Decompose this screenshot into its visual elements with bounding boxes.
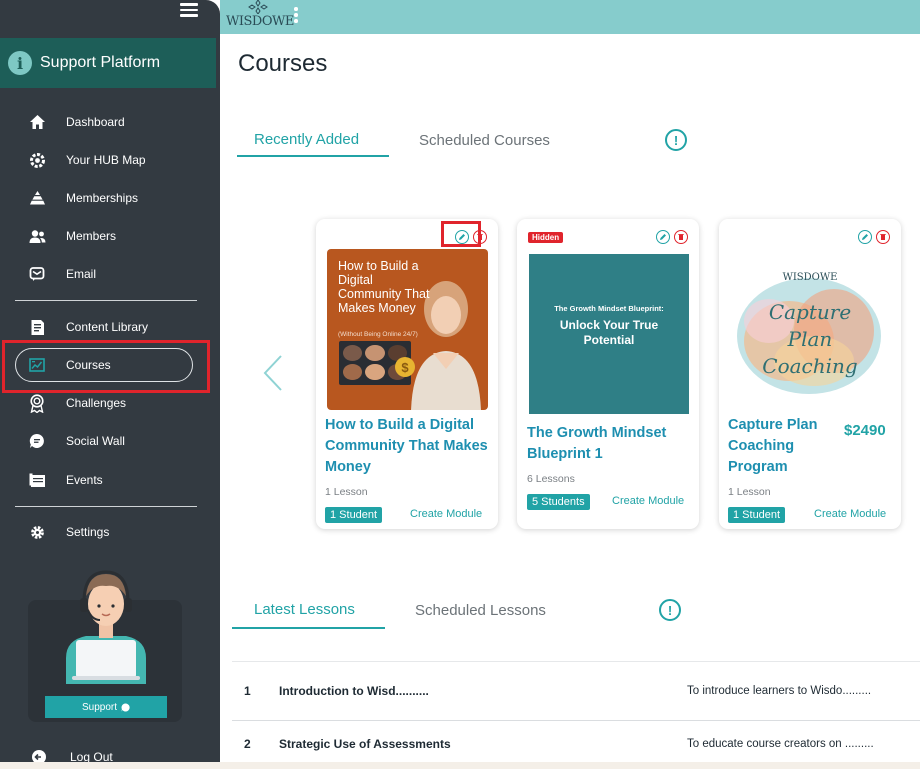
lesson-count: 6 Lessons	[527, 473, 575, 485]
carousel-prev-chevron-icon[interactable]	[262, 354, 284, 397]
tab-latest-lessons[interactable]: Latest Lessons	[254, 601, 355, 618]
pyramid-icon	[28, 189, 46, 207]
support-agent-illustration	[58, 562, 154, 689]
thumbnail-headline: How to Build a Digital Community That Ma…	[338, 259, 430, 315]
sidebar-item-label: Settings	[66, 525, 110, 539]
lesson-description: To educate course creators on .........	[687, 738, 874, 750]
home-icon	[28, 113, 46, 131]
sidebar-item-email[interactable]: Email	[28, 262, 96, 286]
top-bar: WISDOWE	[220, 0, 920, 34]
lessons-table: 1 Introduction to Wisd.......... To intr…	[232, 661, 920, 769]
course-thumbnail: WISDOWE Capture Plan Coaching	[729, 251, 891, 411]
sidebar-item-hub-map[interactable]: Your HUB Map	[28, 148, 146, 172]
tab-underline	[237, 155, 389, 157]
edit-highlight-box	[441, 221, 481, 247]
lesson-count: 1 Lesson	[728, 486, 771, 498]
lesson-title[interactable]: Strategic Use of Assessments	[279, 737, 451, 751]
tab-scheduled-lessons[interactable]: Scheduled Lessons	[415, 602, 546, 619]
hidden-badge: Hidden	[528, 232, 564, 243]
card-actions	[858, 230, 890, 244]
student-count-badge: 1 Student	[728, 507, 786, 523]
chat-bubble-icon	[121, 702, 130, 711]
tab-underline	[232, 627, 385, 629]
sidebar-item-social-wall[interactable]: Social Wall	[28, 429, 125, 453]
course-price: $2490	[844, 422, 886, 439]
support-button[interactable]: Support	[45, 696, 167, 718]
sidebar-item-label: Memberships	[66, 191, 139, 205]
info-icon[interactable]: !	[665, 129, 687, 151]
course-card[interactable]: Hidden The Growth Mindset Blueprint: Unl…	[517, 219, 699, 529]
info-icon[interactable]: !	[659, 599, 681, 621]
chat-bubble-icon	[28, 432, 46, 450]
thumbnail-logo-text: WISDOWE	[782, 272, 838, 283]
course-title[interactable]: The Growth Mindset Blueprint 1	[527, 423, 693, 465]
edit-icon[interactable]	[858, 230, 872, 244]
hamburger-menu-icon[interactable]	[180, 3, 198, 17]
sidebar-item-label: Dashboard	[66, 115, 125, 129]
edit-icon[interactable]	[656, 230, 670, 244]
sidebar-item-challenges[interactable]: Challenges	[28, 391, 126, 415]
sidebar-item-settings[interactable]: Settings	[28, 520, 109, 544]
page-title: Courses	[238, 50, 328, 77]
sidebar-item-label: Social Wall	[66, 434, 125, 448]
create-module-link[interactable]: Create Module	[814, 508, 886, 520]
student-count-badge: 1 Student	[325, 507, 383, 523]
table-row[interactable]: 1 Introduction to Wisd.......... To intr…	[232, 665, 920, 717]
award-icon	[28, 393, 46, 413]
thumbnail-subline: (Without Being Online 24/7)	[338, 331, 418, 338]
support-button-label: Support	[81, 701, 118, 713]
sidebar-item-content-library[interactable]: Content Library	[28, 315, 148, 339]
brand-title: Support Platform	[40, 54, 161, 71]
sidebar-item-label: Email	[66, 267, 97, 281]
logo-text: WISDOWE	[226, 14, 294, 29]
student-count-badge: 5 Students	[527, 494, 590, 510]
delete-icon[interactable]	[876, 230, 890, 244]
kebab-menu-icon[interactable]	[294, 7, 298, 25]
sidebar-item-label: Content Library	[66, 320, 149, 334]
thumbnail-script-title: Capture Plan Coaching	[762, 300, 858, 378]
email-icon	[28, 265, 46, 283]
course-thumbnail: $ How to Build a Digital Community That …	[327, 249, 488, 410]
gear-icon	[28, 523, 46, 541]
tab-scheduled-courses[interactable]: Scheduled Courses	[419, 132, 550, 149]
sidebar-item-memberships[interactable]: Memberships	[28, 186, 138, 210]
document-icon	[28, 318, 46, 336]
wisdowe-logo[interactable]: WISDOWE	[226, 0, 294, 34]
delete-icon[interactable]	[674, 230, 688, 244]
sidebar-item-label: Challenges	[66, 396, 127, 410]
brand-header: i Support Platform	[0, 38, 216, 88]
lesson-number: 1	[244, 684, 251, 698]
course-title[interactable]: How to Build a Digital Community That Ma…	[325, 415, 491, 478]
sidebar-item-label: Your HUB Map	[66, 153, 146, 167]
lesson-description: To introduce learners to Wisdo.........	[687, 685, 872, 697]
card-actions	[656, 230, 688, 244]
course-title[interactable]: Capture Plan Coaching Program	[728, 415, 838, 478]
sidebar-divider	[15, 300, 197, 301]
sidebar-item-label: Members	[66, 229, 117, 243]
courses-highlight-box	[2, 340, 210, 393]
lesson-number: 2	[244, 737, 251, 751]
users-icon	[28, 227, 46, 245]
lesson-count: 1 Lesson	[325, 486, 368, 498]
calendar-icon	[28, 471, 46, 489]
course-thumbnail: The Growth Mindset Blueprint: Unlock You…	[529, 254, 689, 414]
coin-icon: $	[395, 357, 415, 377]
course-card[interactable]: $ How to Build a Digital Community That …	[316, 219, 498, 529]
sidebar-item-label: Events	[66, 473, 103, 487]
thumbnail-big-title: Unlock Your True Potential	[559, 318, 659, 347]
tab-recently-added[interactable]: Recently Added	[254, 131, 359, 148]
info-logo-icon: i	[8, 51, 32, 75]
sidebar-item-dashboard[interactable]: Dashboard	[28, 110, 125, 134]
sidebar-item-events[interactable]: Events	[28, 468, 103, 492]
bottom-strip	[0, 762, 920, 769]
create-module-link[interactable]: Create Module	[612, 495, 684, 507]
thumbnail-small-title: The Growth Mindset Blueprint:	[554, 304, 664, 313]
lesson-title[interactable]: Introduction to Wisd..........	[279, 684, 429, 698]
logo-mark-icon	[248, 0, 268, 14]
sidebar-item-members[interactable]: Members	[28, 224, 116, 248]
course-card[interactable]: WISDOWE Capture Plan Coaching Capture Pl…	[719, 219, 901, 529]
sidebar-divider	[15, 506, 197, 507]
gear-map-icon	[28, 151, 46, 169]
create-module-link[interactable]: Create Module	[410, 508, 482, 520]
